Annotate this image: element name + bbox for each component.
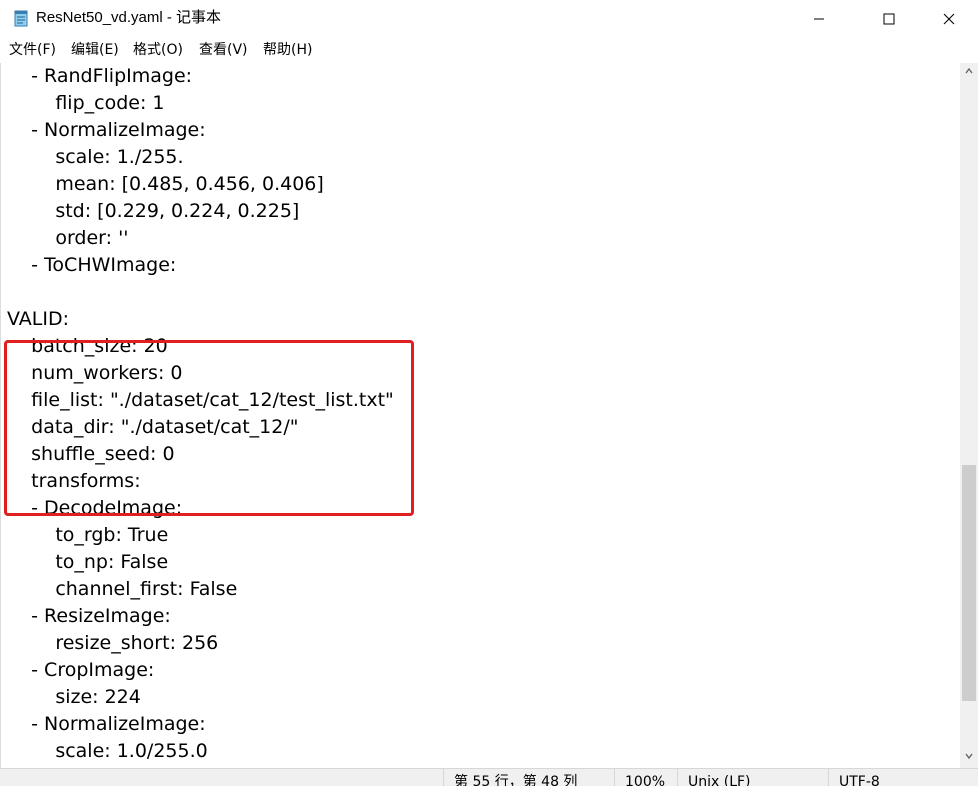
scroll-thumb[interactable]	[962, 465, 976, 701]
maximize-button[interactable]	[866, 0, 912, 37]
chevron-up-icon	[964, 63, 974, 81]
editor-line: mean: [0.485, 0.456, 0.406]	[7, 173, 324, 195]
editor-line: - CropImage:	[7, 659, 155, 681]
editor-line: flip_code: 1	[7, 92, 165, 114]
menu-edit[interactable]: 编辑(E)	[71, 41, 119, 59]
editor-line: - NormalizeImage:	[7, 119, 206, 141]
window-title: ResNet50_vd.yaml - 记事本	[36, 9, 222, 26]
editor-line: VALID:	[7, 308, 70, 330]
status-bar: 第 55 行，第 48 列 100% Unix (LF) UTF-8	[0, 768, 978, 786]
scroll-up-button[interactable]	[960, 63, 978, 81]
editor-line: resize_short: 256	[7, 632, 219, 654]
editor-line: order: ''	[7, 227, 129, 249]
menu-view[interactable]: 查看(V)	[199, 41, 248, 59]
minimize-icon	[813, 13, 825, 25]
close-icon	[943, 13, 955, 25]
minimize-button[interactable]	[796, 0, 842, 37]
status-line-ending: Unix (LF)	[677, 769, 818, 786]
editor-line: - ToCHWImage:	[7, 254, 177, 276]
scroll-down-button[interactable]	[960, 748, 978, 766]
notepad-icon	[12, 9, 30, 27]
editor-line: - RandFlipImage:	[7, 65, 193, 87]
editor-line: channel_first: False	[7, 578, 238, 600]
editor-line: size: 224	[7, 686, 141, 708]
menu-help[interactable]: 帮助(H)	[263, 41, 312, 59]
title-bar: ResNet50_vd.yaml - 记事本	[0, 0, 978, 37]
editor-line: to_np: False	[7, 551, 169, 573]
menu-format[interactable]: 格式(O)	[133, 41, 183, 59]
chevron-down-icon	[964, 748, 974, 766]
maximize-icon	[883, 13, 895, 25]
status-position: 第 55 行，第 48 列	[443, 769, 614, 786]
status-encoding: UTF-8	[828, 769, 969, 786]
editor-line: - NormalizeImage:	[7, 713, 206, 735]
editor-line: scale: 1.0/255.0	[7, 740, 208, 762]
editor-line: std: [0.229, 0.224, 0.225]	[7, 200, 300, 222]
highlight-box	[4, 340, 414, 516]
close-button[interactable]	[926, 0, 972, 37]
status-zoom: 100%	[614, 769, 677, 786]
menu-file[interactable]: 文件(F)	[9, 41, 56, 59]
text-editor[interactable]: - RandFlipImage: flip_code: 1 - Normaliz…	[0, 63, 961, 768]
editor-line: - ResizeImage:	[7, 605, 171, 627]
editor-line: scale: 1./255.	[7, 146, 184, 168]
editor-line: to_rgb: True	[7, 524, 169, 546]
menu-bar: 文件(F) 编辑(E) 格式(O) 查看(V) 帮助(H)	[0, 37, 978, 64]
vertical-scrollbar[interactable]	[960, 63, 978, 768]
